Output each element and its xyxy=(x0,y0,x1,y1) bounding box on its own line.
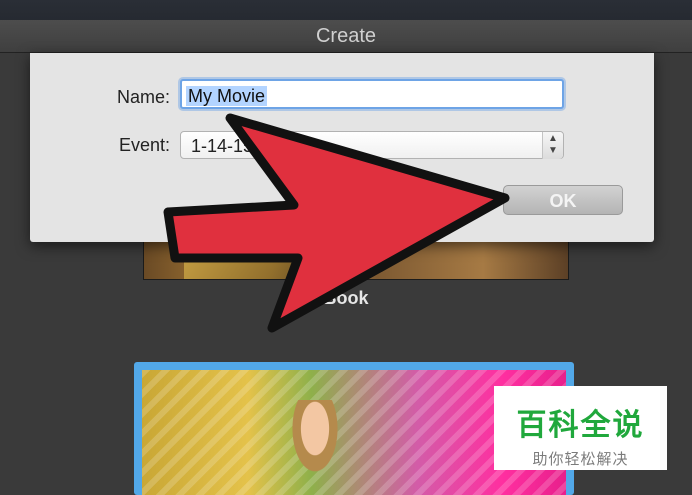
arrow-shape xyxy=(163,113,510,333)
watermark-title: 百科全说 xyxy=(516,408,645,443)
watermark-subtitle: 助你轻松解决 xyxy=(532,450,629,468)
watermark-logo: 百科全说 助你轻松解决 xyxy=(494,386,667,470)
